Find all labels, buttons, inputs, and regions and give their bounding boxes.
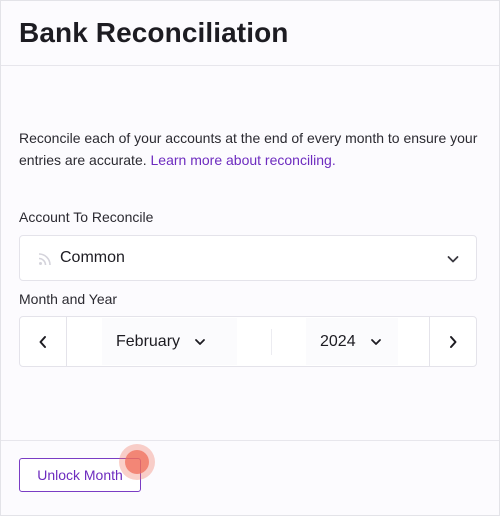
chevron-down-icon [195,338,205,345]
description: Reconcile each of your accounts at the e… [19,127,485,171]
chevron-down-icon [447,256,459,263]
month-year-picker: February 2024 [19,316,477,367]
account-label: Account To Reconcile [19,209,154,225]
account-select[interactable]: Common [19,235,477,281]
learn-more-link[interactable]: Learn more about reconciling. [151,152,336,168]
footer-divider [1,440,499,441]
chevron-down-icon [370,338,381,345]
page-header: Bank Reconciliation [1,1,499,66]
year-value: 2024 [320,332,356,350]
month-dropdown[interactable]: February [102,318,237,365]
page-title: Bank Reconciliation [19,17,289,48]
month-value: February [116,332,181,350]
chevron-left-icon [39,335,46,348]
year-dropdown[interactable]: 2024 [306,318,398,365]
month-year-label: Month and Year [19,291,118,307]
account-select-value: Common [60,249,125,266]
next-month-button[interactable] [429,317,476,366]
rss-icon [38,253,51,266]
previous-month-button[interactable] [20,317,67,366]
cursor-dot [125,450,149,474]
reconciliation-panel: Bank Reconciliation Reconcile each of yo… [0,0,500,516]
divider [271,329,272,355]
chevron-right-icon [450,335,457,348]
